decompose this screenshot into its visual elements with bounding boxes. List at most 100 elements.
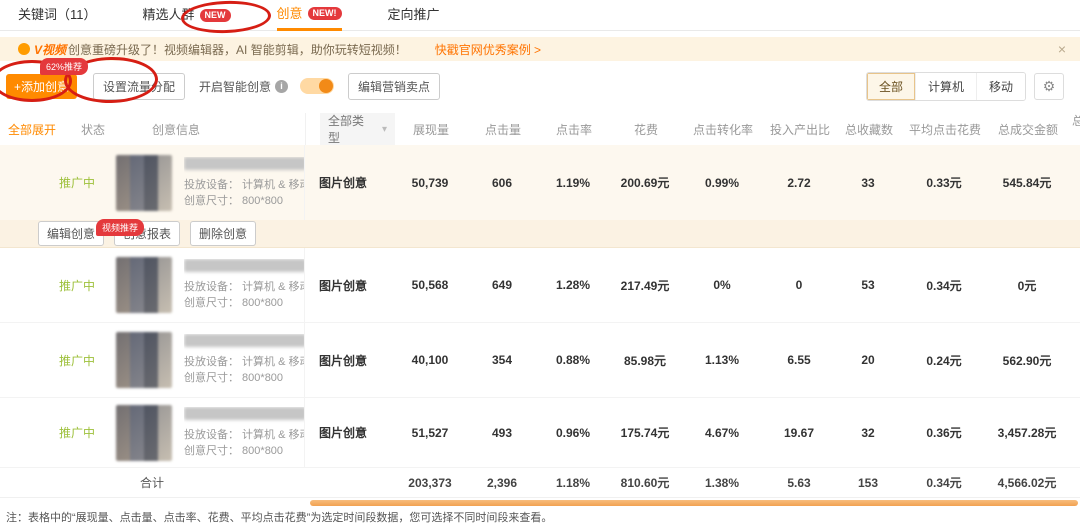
cell-gmv: 0元 bbox=[988, 277, 1066, 294]
traffic-allocation-button[interactable]: 设置流量分配 bbox=[93, 73, 185, 100]
device-segmented-control: 全部 计算机 移动 bbox=[866, 72, 1026, 101]
creative-device: 投放设备： 计算机 & 移动 bbox=[184, 427, 304, 443]
total-carts: 243 bbox=[1066, 476, 1080, 490]
status-badge: 推广中 bbox=[48, 174, 106, 191]
device-filter-all[interactable]: 全部 bbox=[867, 73, 915, 100]
tab-audience[interactable]: 精选人群 NEW bbox=[143, 0, 231, 31]
creative-device: 投放设备： 计算机 & 移动 bbox=[184, 279, 304, 295]
header-clicks: 点击量 bbox=[467, 121, 539, 138]
total-roi: 5.63 bbox=[762, 476, 836, 490]
cell-roi: 2.72 bbox=[762, 176, 836, 190]
creative-size: 创意尺寸： 800*800 bbox=[184, 370, 304, 386]
expand-all-link[interactable]: 全部展开 bbox=[8, 121, 64, 138]
header-avg-cpc: 平均点击花费 bbox=[901, 121, 989, 138]
header-cvr: 点击转化率 bbox=[683, 121, 763, 138]
type-filter-label: 全部类型 bbox=[328, 113, 376, 145]
banner-brand: V视频 bbox=[34, 41, 66, 58]
cell-cvr: 1.13% bbox=[682, 353, 762, 367]
device-filter-pc[interactable]: 计算机 bbox=[915, 73, 976, 100]
gear-icon[interactable]: ⚙ bbox=[1034, 73, 1064, 100]
table-header: 全部展开 状态 创意信息 全部类型 ▾ 展现量 点击量 点击率 花费 点击转化率… bbox=[0, 113, 1080, 145]
cell-clicks: 649 bbox=[466, 278, 538, 292]
header-cost: 花费 bbox=[609, 121, 683, 138]
header-impressions: 展现量 bbox=[395, 121, 467, 138]
creative-row-metrics: 图片创意 50,568 649 1.28% 217.49元 0% 0 53 0.… bbox=[305, 248, 1080, 322]
creative-size: 创意尺寸： 800*800 bbox=[184, 193, 304, 209]
add-creative-button[interactable]: +添加创意 bbox=[6, 74, 77, 99]
creative-info: 投放设备： 计算机 & 移动 创意尺寸： 800*800 bbox=[184, 334, 304, 386]
creative-thumbnail[interactable] bbox=[116, 405, 172, 461]
status-badge: 推广中 bbox=[48, 424, 106, 441]
cell-carts: 20 bbox=[1066, 353, 1080, 367]
type-filter-dropdown[interactable]: 全部类型 ▾ bbox=[320, 113, 395, 145]
close-icon[interactable]: × bbox=[1058, 41, 1066, 57]
creative-title-blurred bbox=[184, 334, 304, 347]
cell-avg-cpc: 0.24元 bbox=[900, 352, 988, 369]
cell-clicks: 606 bbox=[466, 176, 538, 190]
creative-actions-row: 编辑创意 创意报表 删除创意 bbox=[0, 220, 1080, 248]
total-metrics: 203,373 2,396 1.18% 810.60元 1.38% 5.63 1… bbox=[305, 474, 1080, 491]
cell-favorites: 32 bbox=[836, 426, 900, 440]
device-filter-mobile[interactable]: 移动 bbox=[976, 73, 1025, 100]
cell-gmv: 3,457.28元 bbox=[988, 424, 1066, 441]
creative-thumbnail[interactable] bbox=[116, 332, 172, 388]
delete-creative-button[interactable]: 删除创意 bbox=[190, 221, 256, 246]
creative-row: 推广中 投放设备： 计算机 & 移动 创意尺寸： 800*800 图片创意 40… bbox=[0, 323, 1080, 398]
creative-row-left: 推广中 投放设备： 计算机 & 移动 创意尺寸： 800*800 bbox=[0, 248, 305, 322]
creative-row-metrics: 图片创意 50,739 606 1.19% 200.69元 0.99% 2.72… bbox=[305, 145, 1080, 220]
cell-favorites: 20 bbox=[836, 353, 900, 367]
cell-roi: 6.55 bbox=[762, 353, 836, 367]
tab-label: 精选人群 bbox=[143, 1, 195, 29]
creative-row-left: 推广中 投放设备： 计算机 & 移动 创意尺寸： 800*800 bbox=[0, 145, 305, 220]
cell-carts: 67 bbox=[1066, 176, 1080, 190]
tab-label: 关键词（11） bbox=[18, 1, 97, 29]
cell-cost: 217.49元 bbox=[608, 277, 682, 294]
cell-type: 图片创意 bbox=[305, 174, 394, 191]
creative-device: 投放设备： 计算机 & 移动 bbox=[184, 354, 304, 370]
creative-title-blurred bbox=[184, 259, 304, 272]
total-label: 合计 bbox=[0, 474, 305, 491]
creative-thumbnail[interactable] bbox=[116, 257, 172, 313]
cell-impressions: 50,568 bbox=[394, 278, 466, 292]
cell-carts: 51 bbox=[1066, 278, 1080, 292]
header-roi: 投入产出比 bbox=[763, 121, 837, 138]
info-icon[interactable]: i bbox=[275, 80, 288, 93]
edit-creative-button[interactable]: 编辑创意 bbox=[38, 221, 104, 246]
cell-avg-cpc: 0.36元 bbox=[900, 424, 988, 441]
header-carts: 总购物车数 bbox=[1067, 113, 1080, 145]
cell-roi: 19.67 bbox=[762, 426, 836, 440]
creative-row-left: 推广中 投放设备： 计算机 & 移动 创意尺寸： 800*800 bbox=[0, 323, 305, 397]
creative-toolbar: +添加创意 设置流量分配 开启智能创意 i 编辑营销卖点 全部 计算机 移动 ⚙ bbox=[0, 71, 1080, 101]
smart-creative-toggle[interactable] bbox=[300, 78, 334, 94]
total-avg-cpc: 0.34元 bbox=[900, 474, 988, 491]
cell-ctr: 1.28% bbox=[538, 278, 608, 292]
creative-size: 创意尺寸： 800*800 bbox=[184, 443, 304, 459]
chevron-down-icon: ▾ bbox=[382, 124, 387, 135]
tab-label: 创意 bbox=[277, 0, 303, 28]
new-badge: NEW bbox=[200, 9, 231, 22]
horizontal-scrollbar[interactable] bbox=[310, 500, 1078, 506]
cell-clicks: 493 bbox=[466, 426, 538, 440]
creative-device: 投放设备： 计算机 & 移动 bbox=[184, 177, 304, 193]
creative-thumbnail[interactable] bbox=[116, 155, 172, 211]
footnote: 注：表格中的“展现量、点击量、点击率、花费、平均点击花费”为选定时间段数据，您可… bbox=[6, 509, 552, 523]
total-cvr: 1.38% bbox=[682, 476, 762, 490]
cell-cvr: 0.99% bbox=[682, 176, 762, 190]
total-clicks: 2,396 bbox=[466, 476, 538, 490]
banner-case-link[interactable]: 快戳官网优秀案例 > bbox=[435, 41, 541, 58]
cell-cvr: 4.67% bbox=[682, 426, 762, 440]
edit-selling-point-button[interactable]: 编辑营销卖点 bbox=[348, 73, 440, 100]
info-column-header: 创意信息 bbox=[152, 121, 200, 138]
top-tabbar: 关键词（11） 精选人群 NEW 创意NEW! 定向推广 bbox=[0, 0, 1080, 31]
cell-cvr: 0% bbox=[682, 278, 762, 292]
creative-row-left: 推广中 投放设备： 计算机 & 移动 创意尺寸： 800*800 bbox=[0, 398, 305, 467]
cell-clicks: 354 bbox=[466, 353, 538, 367]
tab-keywords[interactable]: 关键词（11） bbox=[18, 0, 97, 31]
cell-roi: 0 bbox=[762, 278, 836, 292]
tab-creative[interactable]: 创意NEW! bbox=[277, 0, 342, 31]
creative-row-metrics: 图片创意 51,527 493 0.96% 175.74元 4.67% 19.6… bbox=[305, 398, 1080, 467]
cell-favorites: 53 bbox=[836, 278, 900, 292]
creative-title-blurred bbox=[184, 407, 304, 420]
creative-row: 推广中 投放设备： 计算机 & 移动 创意尺寸： 800*800 图片创意 50… bbox=[0, 248, 1080, 323]
tab-targeting[interactable]: 定向推广 bbox=[388, 0, 440, 31]
